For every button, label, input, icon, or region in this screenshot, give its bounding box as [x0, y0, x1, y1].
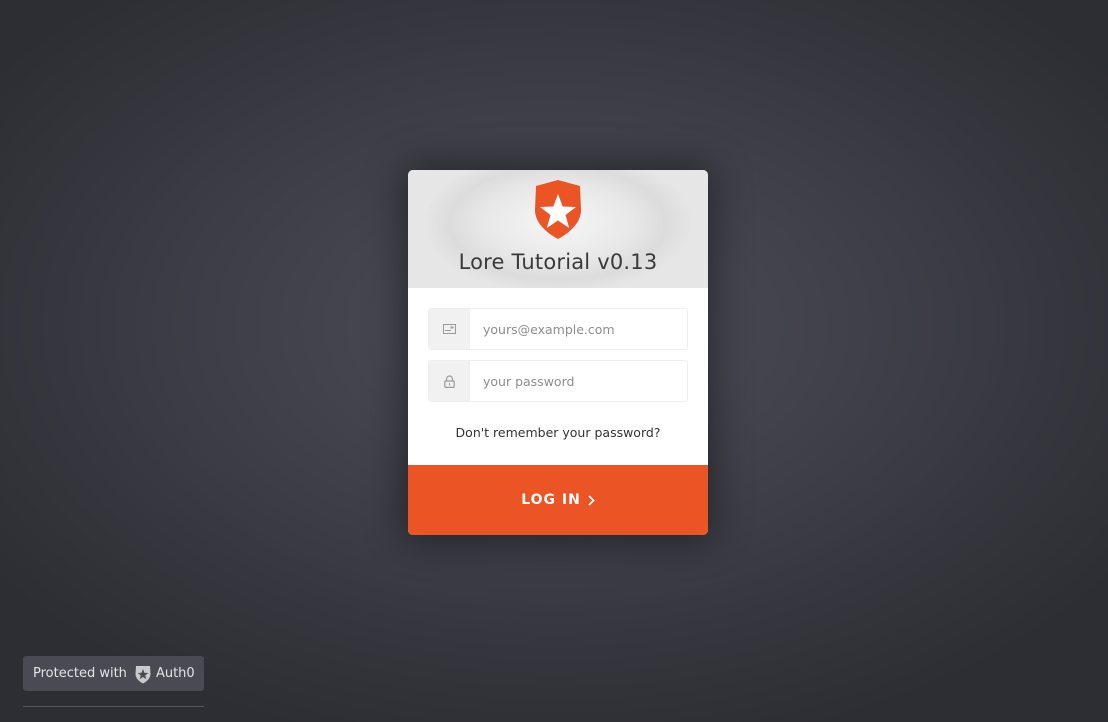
- lock-icon: [429, 361, 470, 401]
- login-button[interactable]: LOG IN: [408, 465, 708, 535]
- password-input[interactable]: [470, 361, 693, 401]
- email-input[interactable]: [470, 309, 693, 349]
- login-card: Lore Tutorial v0.13 Don't remember your …: [408, 170, 708, 535]
- auth0-shield-star-icon: [535, 180, 581, 239]
- auth0-logo-icon: [135, 665, 151, 683]
- email-field: [428, 308, 693, 350]
- chevron-right-icon: [588, 494, 595, 506]
- password-field: [428, 360, 693, 402]
- badge-prefix: Protected with: [33, 666, 127, 681]
- page-title: Lore Tutorial v0.13: [458, 250, 658, 274]
- forgot-password-link[interactable]: Don't remember your password?: [408, 425, 708, 440]
- login-button-label: LOG IN: [521, 492, 581, 508]
- protected-with-auth0-badge[interactable]: Protected with Auth0: [23, 656, 204, 691]
- divider: [23, 706, 204, 707]
- card-header: Lore Tutorial v0.13: [408, 170, 708, 288]
- envelope-icon: [429, 309, 470, 349]
- badge-brand: Auth0: [155, 666, 195, 681]
